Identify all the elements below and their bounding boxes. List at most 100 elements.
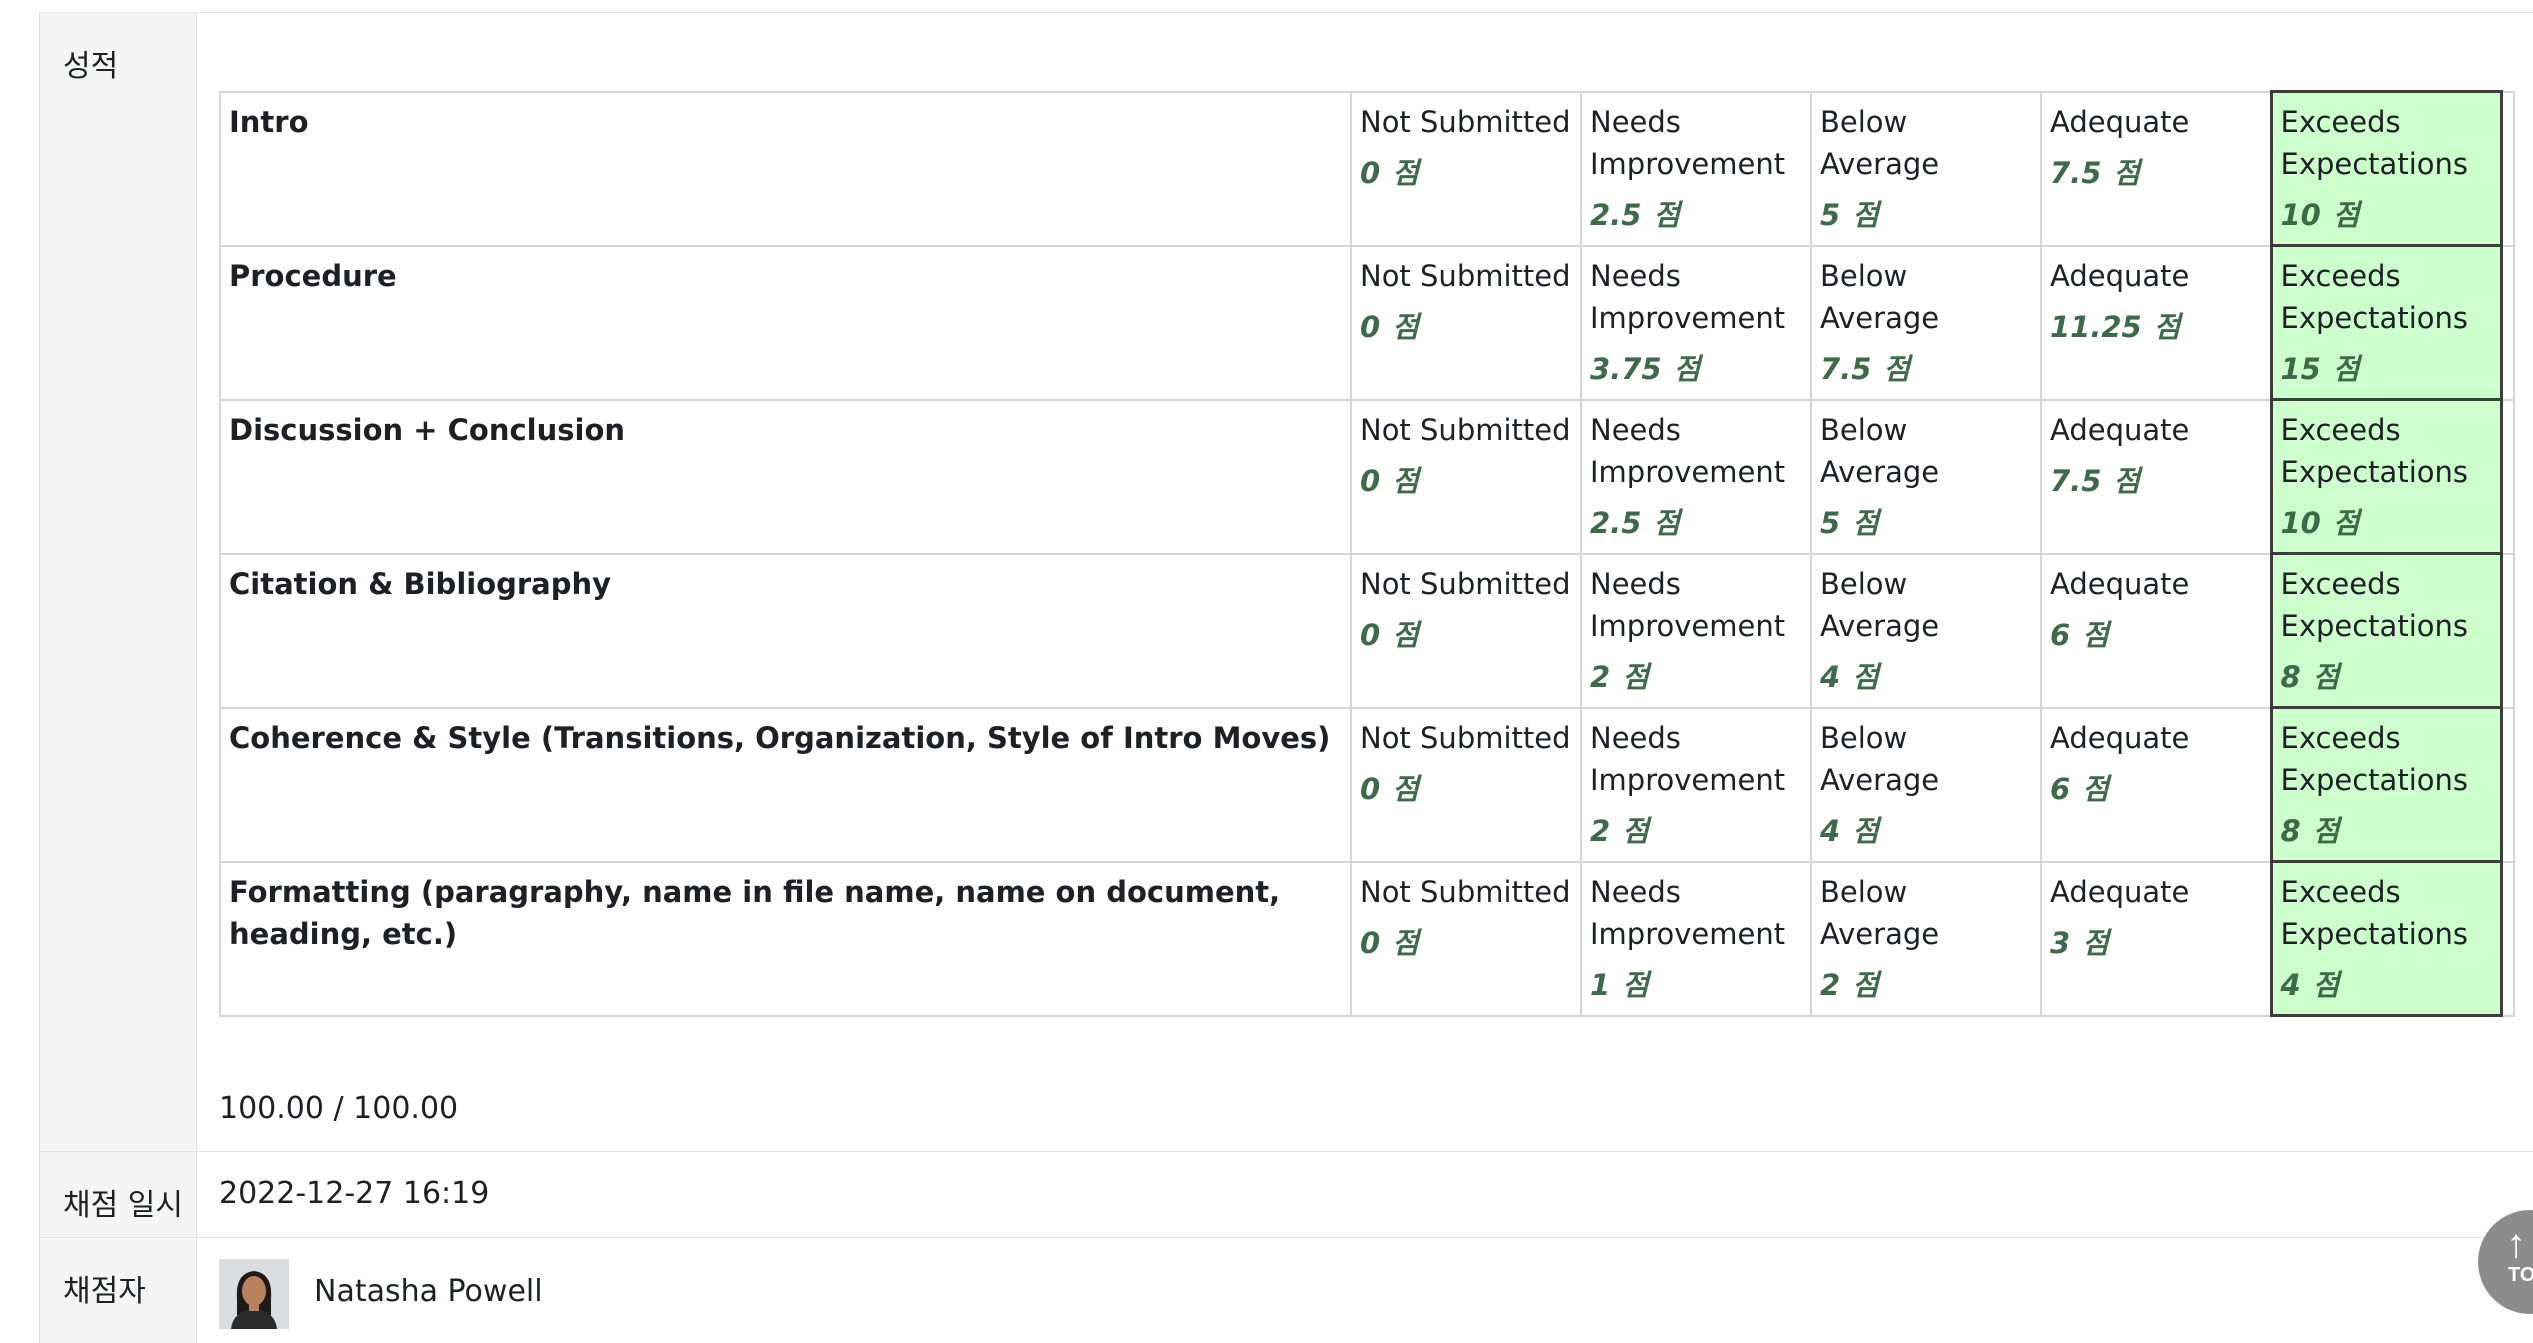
grade-summary-table: 성적 Intro Not Submitted 0 점 Needs Improvement… <box>39 12 2533 1343</box>
rubric-level-cell[interactable]: Below Average 4 점 <box>1810 706 2042 863</box>
points-unit: 점 <box>1852 967 1879 1002</box>
points-unit: 점 <box>1622 813 1649 848</box>
rubric-level-cell[interactable]: Exceeds Expectations 4 점 <box>2269 860 2503 1017</box>
level-points: 7.5 점 <box>1820 348 2032 390</box>
points-unit: 점 <box>1852 813 1879 848</box>
level-name: Below Average <box>1820 104 1940 181</box>
level-points: 11.25 점 <box>2050 306 2262 348</box>
rubric-level-cell[interactable]: Below Average 4 점 <box>1810 552 2042 709</box>
level-points: 5점 <box>1820 502 2032 544</box>
grade-row: 성적 Intro Not Submitted 0 점 Needs Improvement… <box>40 13 2533 1152</box>
rubric-level-cell[interactable]: Not Submitted 0 점 <box>1350 706 1582 863</box>
rubric-level-cell[interactable]: Exceeds Expectations 8 점 <box>2269 552 2503 709</box>
points-value: 7.5 <box>2050 155 2102 190</box>
rubric-level-cell[interactable]: Exceeds Expectations 10 점 <box>2269 398 2503 555</box>
points-value: 3.75 <box>1590 351 1662 386</box>
level-points: 1점 <box>1590 964 1802 1006</box>
rubric-level-cell[interactable]: Adequate 7.5 점 <box>2040 90 2272 247</box>
points-value: 0 <box>1360 925 1381 960</box>
rubric-level-cell[interactable]: Exceeds Expectations 10 점 <box>2269 90 2503 247</box>
level-points: 7.5 점 <box>2050 152 2262 194</box>
criterion-name: Discussion + Conclusion <box>219 398 1352 555</box>
rubric-level-cell[interactable]: Exceeds Expectations 8 점 <box>2269 706 2503 863</box>
rubric-level-cell[interactable]: Adequate 6 점 <box>2040 706 2272 863</box>
level-points: 2.5 점 <box>1590 194 1802 236</box>
rubric-row: Citation & Bibliography Not Submitted 0 점 Ne… <box>219 552 2515 709</box>
rubric-pad-cell <box>2500 90 2515 247</box>
level-name: Exceeds Expectations <box>2280 875 2468 951</box>
rubric-level-cell[interactable]: Needs Improvement 1 점 <box>1580 860 1812 1017</box>
points-unit: 점 <box>1622 967 1649 1002</box>
level-name: Adequate <box>2050 874 2190 909</box>
points-value: 2 <box>1590 813 1611 848</box>
points-value: 3 <box>2050 925 2071 960</box>
points-value: 7.5 <box>2050 463 2102 498</box>
points-unit: 점 <box>2332 352 2360 386</box>
level-points: 4점 <box>1820 810 2032 852</box>
rubric-row: Procedure Not Submitted 0 점 Needs Improvemen… <box>219 244 2515 401</box>
level-points: 0점 <box>1360 614 1572 656</box>
rubric-row: Discussion + Conclusion Not Submitted 0 점 Ne… <box>219 398 2515 555</box>
level-name: Needs Improvement <box>1590 566 1786 643</box>
points-unit: 점 <box>2332 506 2360 540</box>
level-points: 2.5 점 <box>1590 502 1802 544</box>
level-name: Below Average <box>1820 258 1940 335</box>
points-unit: 점 <box>2312 660 2340 694</box>
level-name: Below Average <box>1820 412 1940 489</box>
level-name: Below Average <box>1820 874 1940 951</box>
rubric-level-cell[interactable]: Not Submitted 0 점 <box>1350 860 1582 1017</box>
points-unit: 점 <box>1392 617 1419 652</box>
level-name: Needs Improvement <box>1590 720 1786 797</box>
rubric-level-cell[interactable]: Not Submitted 0 점 <box>1350 90 1582 247</box>
rubric-level-cell[interactable]: Needs Improvement 3.75 점 <box>1580 244 1812 401</box>
level-points: 8점 <box>2281 656 2492 698</box>
grade-label: 성적 <box>40 13 197 1151</box>
rubric-level-cell[interactable]: Adequate 11.25 점 <box>2040 244 2272 401</box>
rubric-level-cell[interactable]: Below Average 5 점 <box>1810 398 2042 555</box>
level-name: Adequate <box>2050 412 2190 447</box>
level-name: Exceeds Expectations <box>2280 567 2468 643</box>
points-value: 7.5 <box>1820 351 1872 386</box>
rubric-pad-cell <box>2500 552 2515 709</box>
level-name: Not Submitted <box>1360 412 1571 447</box>
points-value: 11.25 <box>2050 309 2142 344</box>
rubric-level-cell[interactable]: Not Submitted 0 점 <box>1350 552 1582 709</box>
level-points: 2점 <box>1590 810 1802 852</box>
rubric-level-cell[interactable]: Adequate 6 점 <box>2040 552 2272 709</box>
rubric-pad-cell <box>2500 244 2515 401</box>
rubric-level-cell[interactable]: Below Average 2 점 <box>1810 860 2042 1017</box>
rubric-level-cell[interactable]: Not Submitted 0 점 <box>1350 398 1582 555</box>
level-points: 0점 <box>1360 922 1572 964</box>
level-name: Needs Improvement <box>1590 258 1786 335</box>
criterion-name: Coherence & Style (Transitions, Organiza… <box>219 706 1352 863</box>
level-name: Exceeds Expectations <box>2280 721 2468 797</box>
points-value: 0 <box>1360 463 1381 498</box>
rubric-level-cell[interactable]: Not Submitted 0 점 <box>1350 244 1582 401</box>
level-points: 4점 <box>1820 656 2032 698</box>
points-value: 0 <box>1360 771 1381 806</box>
rubric-level-cell[interactable]: Needs Improvement 2.5 점 <box>1580 398 1812 555</box>
points-value: 5 <box>1820 505 1841 540</box>
level-name: Adequate <box>2050 258 2190 293</box>
level-points: 7.5 점 <box>2050 460 2262 502</box>
level-points: 3.75 점 <box>1590 348 1802 390</box>
points-value: 15 <box>2280 352 2321 386</box>
rubric-level-cell[interactable]: Exceeds Expectations 15 점 <box>2269 244 2503 401</box>
rubric-level-cell[interactable]: Below Average 5 점 <box>1810 90 2042 247</box>
rubric-level-cell[interactable]: Adequate 7.5 점 <box>2040 398 2272 555</box>
level-points: 6점 <box>2050 614 2262 656</box>
rubric-level-cell[interactable]: Below Average 7.5 점 <box>1810 244 2042 401</box>
criterion-name: Intro <box>219 90 1352 247</box>
rubric-level-cell[interactable]: Needs Improvement 2.5 점 <box>1580 90 1812 247</box>
graded-date: 2022-12-27 16:19 <box>219 1176 490 1211</box>
points-unit: 점 <box>1653 197 1681 232</box>
rubric-row: Intro Not Submitted 0 점 Needs Improvement 2.5… <box>219 90 2515 247</box>
rubric-level-cell[interactable]: Adequate 3 점 <box>2040 860 2272 1017</box>
points-unit: 점 <box>2082 771 2109 806</box>
rubric-level-cell[interactable]: Needs Improvement 2 점 <box>1580 706 1812 863</box>
level-points: 2점 <box>1820 964 2032 1006</box>
points-unit: 점 <box>2082 925 2109 960</box>
rubric-level-cell[interactable]: Needs Improvement 2 점 <box>1580 552 1812 709</box>
points-value: 0 <box>1360 155 1381 190</box>
points-value: 10 <box>2280 198 2321 232</box>
